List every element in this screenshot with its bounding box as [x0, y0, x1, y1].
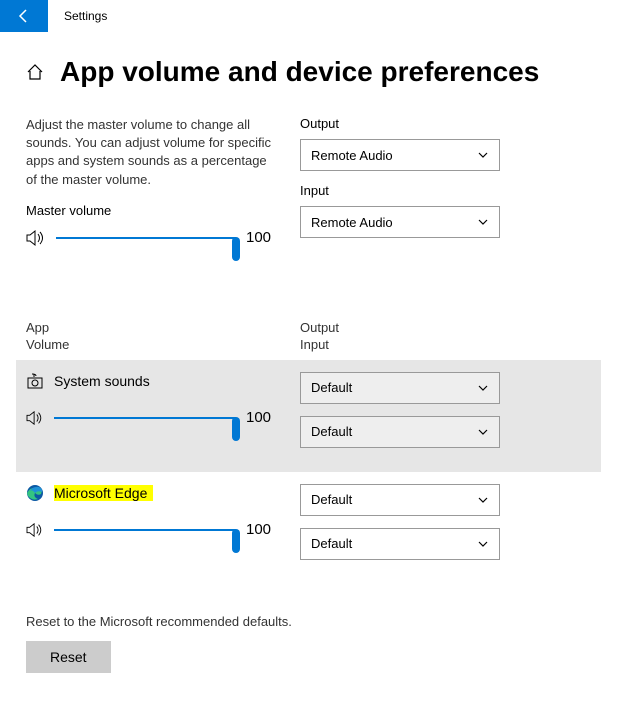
reset-button[interactable]: Reset	[26, 641, 111, 673]
app-row: System sounds 100 Default Default	[16, 360, 601, 472]
app-output-value: Default	[311, 492, 352, 507]
app-input-value: Default	[311, 424, 352, 439]
home-icon[interactable]	[26, 63, 44, 81]
app-input-dropdown[interactable]: Default	[300, 416, 500, 448]
output-device-value: Remote Audio	[311, 148, 393, 163]
app-volume-value: 100	[246, 521, 276, 538]
app-volume-slider[interactable]	[54, 518, 236, 542]
chevron-down-icon	[477, 538, 489, 550]
window-title: Settings	[48, 9, 107, 23]
chevron-down-icon	[477, 149, 489, 161]
app-row: Microsoft Edge 100 Default Default	[16, 472, 601, 584]
arrow-left-icon	[16, 8, 32, 24]
app-input-dropdown[interactable]: Default	[300, 528, 500, 560]
column-header-input: Input	[300, 337, 500, 354]
app-output-dropdown[interactable]: Default	[300, 484, 500, 516]
reset-description: Reset to the Microsoft recommended defau…	[26, 614, 591, 629]
output-device-dropdown[interactable]: Remote Audio	[300, 139, 500, 171]
chevron-down-icon	[477, 494, 489, 506]
edge-icon	[26, 484, 44, 502]
column-header-output: Output	[300, 320, 500, 337]
app-volume-slider[interactable]	[54, 406, 236, 430]
app-output-dropdown[interactable]: Default	[300, 372, 500, 404]
system-sounds-icon	[26, 372, 44, 390]
page-description: Adjust the master volume to change all s…	[26, 116, 276, 189]
back-button[interactable]	[0, 0, 48, 32]
speaker-icon[interactable]	[26, 229, 46, 247]
app-volume-value: 100	[246, 409, 276, 426]
chevron-down-icon	[477, 426, 489, 438]
app-name: Microsoft Edge	[54, 485, 153, 501]
speaker-icon[interactable]	[26, 522, 44, 538]
column-header-app: App	[26, 320, 276, 337]
app-name: System sounds	[54, 373, 150, 389]
input-device-value: Remote Audio	[311, 215, 393, 230]
column-header-volume: Volume	[26, 337, 276, 354]
page-title: App volume and device preferences	[60, 56, 539, 88]
app-input-value: Default	[311, 536, 352, 551]
chevron-down-icon	[477, 216, 489, 228]
speaker-icon[interactable]	[26, 410, 44, 426]
chevron-down-icon	[477, 382, 489, 394]
output-label: Output	[300, 116, 500, 131]
input-label: Input	[300, 183, 500, 198]
app-output-value: Default	[311, 380, 352, 395]
input-device-dropdown[interactable]: Remote Audio	[300, 206, 500, 238]
master-volume-value: 100	[246, 229, 276, 246]
master-volume-label: Master volume	[26, 203, 276, 218]
master-volume-slider[interactable]	[56, 226, 236, 250]
